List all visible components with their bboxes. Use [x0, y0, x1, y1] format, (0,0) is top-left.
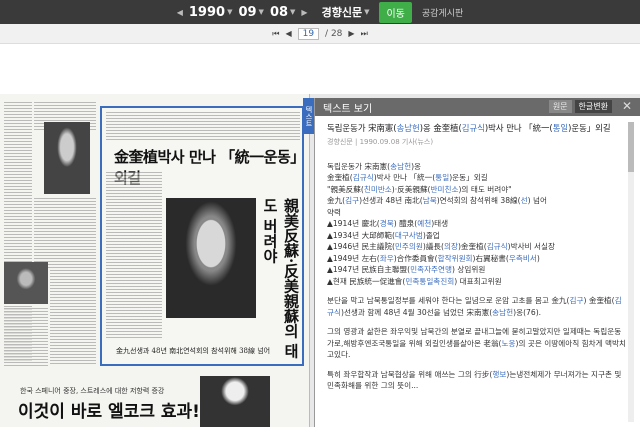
article-title: 독립운동가 宋南憲(송남헌)옹 金奎植(김규식)박사 만나 「統一(통일)운동」…: [327, 123, 611, 133]
panel-header: 텍스트 보기 원문 한글변환 ✕: [315, 98, 640, 116]
go-button[interactable]: 이동: [379, 1, 412, 23]
newspaper-viewer[interactable]: 金奎植박사 만나 「統一운동」외길 親美反蘇·反美親蘇의 태도 버려야 金九선생…: [0, 94, 640, 427]
total-pages: / 28: [325, 28, 343, 39]
text-line: 독립운동가 宋南憲(송남헌)옹: [327, 161, 422, 171]
text-column: [106, 112, 300, 140]
chevron-down-icon: ▼: [364, 8, 370, 16]
prev-page-icon[interactable]: ◀: [285, 29, 291, 38]
ad-subtitle: 한국 스페니어 중장, 스트레스에 대한 저항력 증강: [20, 387, 165, 395]
article-text: 독립운동가 宋南憲(송남헌)옹 金奎植(김규식)박사 만나 「統一(통일)운동」…: [327, 122, 627, 427]
text-line: 金奎植(김규식)박사 만나 「統一(통일)운동」외길: [327, 173, 488, 182]
year-select[interactable]: 1990 ▼: [189, 5, 233, 20]
current-page-input[interactable]: 19: [297, 27, 320, 40]
chevron-down-icon: ▼: [258, 8, 264, 16]
chevron-down-icon: ▼: [290, 8, 296, 16]
scrollbar-thumb[interactable]: [628, 122, 634, 172]
board-link[interactable]: 공감게시판: [422, 6, 463, 19]
top-navigation-bar: ◀ 1990 ▼ 09 ▼ 08 ▼ ▶ 경향신문 ▼ 이동 공감게시판: [0, 0, 640, 24]
text-line: 金九(김구)선생과 48년 南北(남북)연석회의 참석위해 38線(선) 넘어: [327, 196, 547, 205]
text-line: ▲1946년 民主議院(민주의원)議長(의장)金奎植(김규식)박사비 서실장: [327, 242, 555, 251]
prev-year-icon[interactable]: ◀: [177, 8, 183, 17]
tab-original[interactable]: 원문: [548, 100, 572, 113]
ad-photo: [200, 376, 270, 427]
viewer-top-margin: [0, 44, 640, 94]
month-value: 09: [238, 4, 257, 20]
close-icon[interactable]: ✕: [622, 99, 632, 113]
last-page-icon[interactable]: ⏭: [361, 29, 368, 39]
text-column: [50, 270, 96, 366]
newspaper-name: 경향신문: [321, 6, 363, 19]
text-column: [106, 172, 162, 340]
photo-man: [4, 262, 48, 304]
text-line: ▲1947년 民族自主聯盟(민족자주연맹) 상임위원: [327, 265, 486, 274]
text-view-panel: 텍스트 보기 원문 한글변환 ✕ 독립운동가 宋南憲(송남헌)옹 金奎植(김규식…: [314, 98, 640, 427]
text-line: ▲1934년 大邱師範(대구사범)졸업: [327, 230, 440, 240]
article-meta: 경향신문 | 1990.09.08 기사(뉴스): [327, 138, 434, 146]
article-caption: 金九선생과 48년 南北연석회의 참석위해 38線 넘어: [116, 347, 271, 355]
text-line: ▲1949년 左右(좌우)合作委員會(합작위원회)右翼秘書(우측비서): [327, 253, 540, 263]
tab-hangul[interactable]: 한글변환: [574, 100, 612, 113]
article-paragraph: 분단을 막고 남북통일정부를 세워야 한다는 일념으로 운암 고초를 몸고 金九…: [327, 296, 622, 317]
next-day-icon[interactable]: ▶: [301, 8, 307, 17]
chevron-down-icon: ▼: [227, 8, 233, 16]
day-value: 08: [269, 4, 289, 20]
selected-article-box[interactable]: 金奎植박사 만나 「統一운동」외길 親美反蘇·反美親蘇의 태도 버려야 金九선생…: [100, 106, 304, 366]
portrait-photo: [166, 198, 256, 318]
ad-headline: 이것이 바로 엘코크 효과!: [18, 402, 200, 422]
text-line: 약력: [327, 207, 341, 217]
page-navigator: ⏮ ◀ 19 / 28 ▶ ⏭: [0, 24, 640, 44]
month-select[interactable]: 09 ▼: [238, 5, 263, 20]
newspaper-select[interactable]: 경향신문 ▼: [322, 4, 370, 20]
next-page-icon[interactable]: ▶: [348, 29, 354, 38]
text-line: ▲1914년 慶北(경북) 醴泉(예천)태생: [327, 219, 449, 228]
text-line: ▲현재 民族統一促進會(민족통일촉진회) 대표최고위원: [327, 276, 502, 286]
text-line: "親美反蘇(친미반소)·反美親蘇(반미친소)의 태도 버려야": [327, 184, 512, 194]
newspaper-page-image[interactable]: 金奎植박사 만나 「統一운동」외길 親美反蘇·反美親蘇의 태도 버려야 金九선생…: [0, 94, 310, 427]
photo-woman: [44, 122, 90, 194]
day-select[interactable]: 08 ▼: [270, 5, 295, 20]
panel-tabs: 원문 한글변환: [548, 100, 612, 113]
article-paragraph: 그의 영광과 삶한은 좌우익및 남북간의 분열로 끝내그늘에 묻히고말았지만 일…: [327, 327, 626, 359]
first-page-icon[interactable]: ⏮: [272, 29, 279, 39]
year-value: 1990: [188, 4, 226, 20]
text-column: [34, 198, 96, 268]
panel-title: 텍스트 보기: [323, 103, 373, 115]
article-paragraph: 특히 좌우합작과 남북협상을 위해 애쓰는 그의 行步(행보)는냉전체제가 무너…: [327, 369, 622, 391]
text-column: [4, 308, 48, 366]
article-vertical-headline: 親美反蘇·反美親蘇의 태도 버려야: [261, 198, 300, 359]
panel-scrollbar[interactable]: [628, 122, 634, 422]
